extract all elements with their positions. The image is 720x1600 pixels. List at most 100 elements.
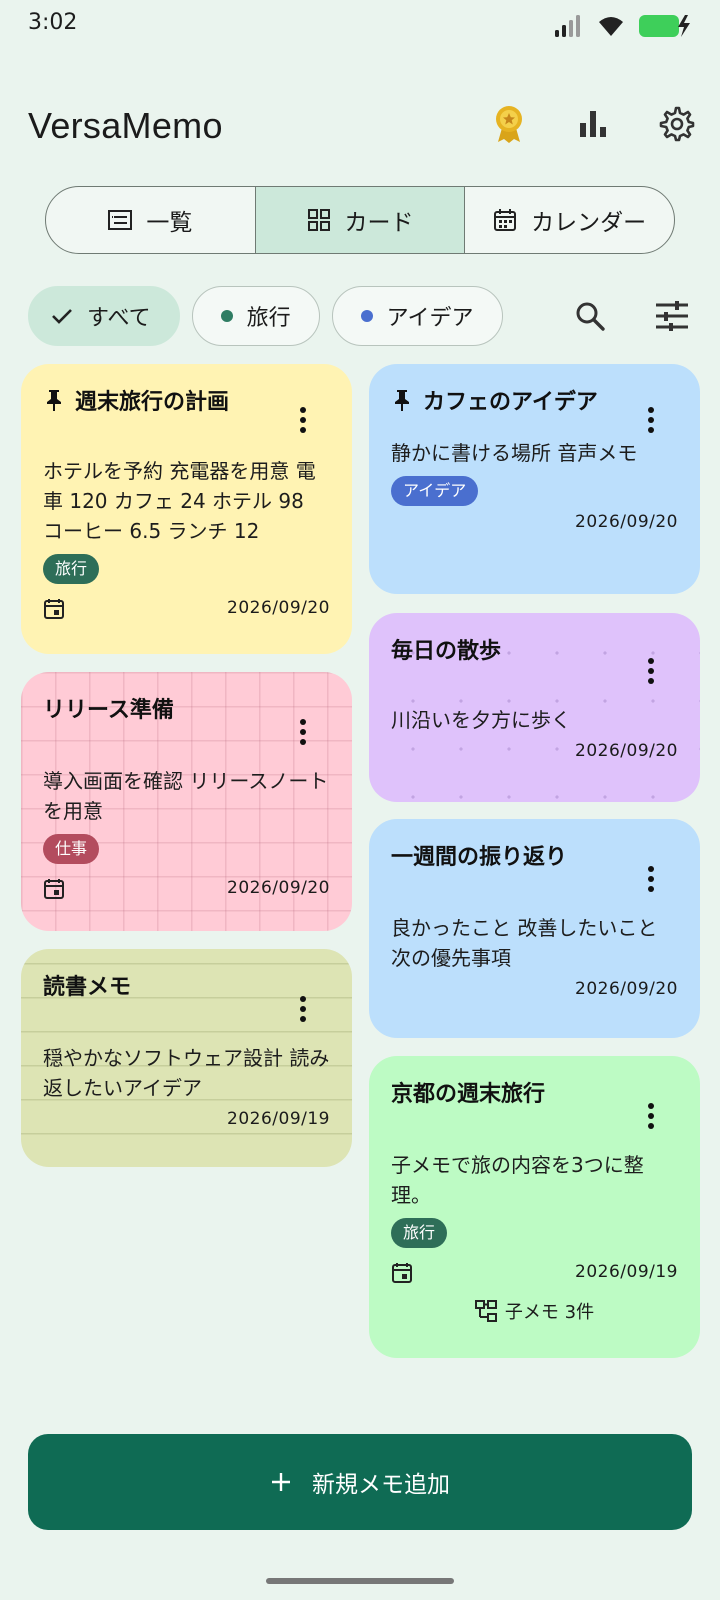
card-title-row: リリース準備 <box>43 694 330 728</box>
card-date: 2026/09/20 <box>227 878 330 898</box>
settings-button[interactable] <box>658 105 696 143</box>
card-body: 静かに書ける場所 音声メモ <box>391 441 638 465</box>
tab-card[interactable]: カード <box>255 187 466 253</box>
card-title: 週末旅行の計画 <box>75 390 230 415</box>
card-body: 川沿いを夕方に歩く <box>391 708 571 732</box>
card-menu-button[interactable] <box>290 402 316 438</box>
list-icon <box>108 210 133 230</box>
child-memos-indicator[interactable]: 子メモ 3件 <box>391 1298 678 1324</box>
memo-card-cafe-ideas[interactable]: カフェのアイデア 静かに書ける場所 音声メモ アイデア 2026/09/20 <box>369 364 700 594</box>
tab-card-label: カード <box>344 210 414 236</box>
hierarchy-icon <box>474 1300 497 1322</box>
memo-card-weekly-review[interactable]: 一週間の振り返り 良かったこと 改善したいこと 次の優先事項 2026/09/2… <box>369 819 700 1038</box>
more-vert-icon <box>300 996 306 1022</box>
card-title: リリース準備 <box>43 698 174 723</box>
plus-icon <box>272 1473 290 1491</box>
card-menu-button[interactable] <box>638 861 664 897</box>
card-body: 良かったこと 改善したいこと 次の優先事項 <box>391 916 658 970</box>
card-footer: 2026/09/19 <box>391 1256 678 1290</box>
memo-card-weekend-trip[interactable]: 週末旅行の計画 ホテルを予約 充電器を用意 電車 120 カフェ 24 ホテル … <box>21 364 352 654</box>
card-footer: 2026/09/20 <box>391 506 678 540</box>
card-body: ホテルを予約 充電器を用意 電車 120 カフェ 24 ホテル 98 コーヒー … <box>43 459 316 543</box>
card-date: 2026/09/20 <box>227 598 330 618</box>
chip-idea[interactable]: アイデア <box>331 286 503 346</box>
chip-idea-dot <box>360 310 373 322</box>
card-footer: 2026/09/20 <box>43 872 330 906</box>
filter-row: すべて 旅行 アイデア <box>28 286 692 346</box>
card-title: 毎日の散歩 <box>391 639 502 664</box>
chip-travel[interactable]: 旅行 <box>191 286 320 346</box>
signal-icon <box>555 15 580 37</box>
new-memo-button[interactable]: 新規メモ追加 <box>28 1434 692 1530</box>
chip-travel-dot <box>220 310 233 322</box>
filter-settings-button[interactable] <box>652 296 692 336</box>
wifi-icon <box>599 17 623 36</box>
search-button[interactable] <box>570 296 610 336</box>
stats-button[interactable] <box>574 105 612 143</box>
more-vert-icon <box>300 719 306 745</box>
memo-card-daily-walk[interactable]: 毎日の散歩 川沿いを夕方に歩く 2026/09/20 <box>369 613 700 802</box>
chip-idea-label: アイデア <box>386 306 474 331</box>
grid-icon <box>307 209 330 231</box>
check-icon <box>52 309 72 324</box>
view-switcher: 一覧 カード カレンダー <box>45 186 675 254</box>
achievement-button[interactable] <box>490 105 528 143</box>
card-date: 2026/09/20 <box>575 979 678 999</box>
card-menu-button[interactable] <box>290 714 316 750</box>
child-memos-label: 子メモ 3件 <box>504 1302 595 1323</box>
card-title: 京都の週末旅行 <box>391 1082 546 1107</box>
calendar-icon <box>44 599 64 619</box>
chip-all[interactable]: すべて <box>28 286 180 346</box>
card-body: 導入画面を確認 リリースノートを用意 <box>43 769 329 823</box>
app-actions <box>490 105 696 143</box>
tab-list[interactable]: 一覧 <box>46 187 256 253</box>
card-footer: 2026/09/19 <box>43 1103 330 1137</box>
card-footer: 2026/09/20 <box>391 735 678 769</box>
tab-calendar[interactable]: カレンダー <box>465 187 674 253</box>
memo-card-kyoto-trip[interactable]: 京都の週末旅行 子メモで旅の内容を3つに整理。 旅行 2026/09/19 子メ… <box>369 1056 700 1358</box>
tune-icon <box>656 301 688 331</box>
card-title: 読書メモ <box>43 975 132 1000</box>
card-title-row: 京都の週末旅行 <box>391 1078 678 1112</box>
tab-list-label: 一覧 <box>146 210 193 236</box>
more-vert-icon <box>648 866 654 892</box>
card-title-row: 毎日の散歩 <box>391 635 678 669</box>
filter-chips: すべて 旅行 アイデア <box>28 286 518 346</box>
award-badge-icon <box>496 106 522 143</box>
filter-actions <box>570 286 692 346</box>
card-footer: 2026/09/20 <box>391 973 678 1007</box>
calendar-icon <box>392 1263 412 1283</box>
more-vert-icon <box>300 407 306 433</box>
card-menu-button[interactable] <box>638 1098 664 1134</box>
card-tag: 旅行 <box>43 554 100 584</box>
more-vert-icon <box>648 1103 654 1129</box>
card-title: カフェのアイデア <box>423 390 598 415</box>
card-tag: 仕事 <box>43 834 100 864</box>
card-tag: アイデア <box>391 476 479 506</box>
calendar-icon <box>494 209 517 231</box>
new-memo-label: 新規メモ追加 <box>312 1472 450 1498</box>
card-menu-button[interactable] <box>290 991 316 1027</box>
card-menu-button[interactable] <box>638 402 664 438</box>
card-title: 一週間の振り返り <box>391 845 568 870</box>
app-title: VersaMemo <box>28 105 223 146</box>
app-bar: VersaMemo <box>0 95 720 165</box>
card-body: 穏やかなソフトウェア設計 読み返したいアイデア <box>43 1046 330 1100</box>
card-title-row: 一週間の振り返り <box>391 841 678 875</box>
memo-card-reading-notes[interactable]: 読書メモ 穏やかなソフトウェア設計 読み返したいアイデア 2026/09/19 <box>21 949 352 1167</box>
calendar-icon <box>44 879 64 899</box>
pin-icon <box>47 390 61 411</box>
card-title-row: 週末旅行の計画 <box>43 386 330 420</box>
more-vert-icon <box>648 658 654 684</box>
status-icons <box>554 12 694 40</box>
battery-charging-icon <box>639 15 690 37</box>
gear-icon <box>659 106 695 142</box>
card-date: 2026/09/19 <box>227 1109 330 1129</box>
card-menu-button[interactable] <box>638 653 664 689</box>
card-tag: 旅行 <box>391 1218 448 1248</box>
memo-card-release-prep[interactable]: リリース準備 導入画面を確認 リリースノートを用意 仕事 2026/09/20 <box>21 672 352 931</box>
bar-chart-icon <box>580 111 606 137</box>
home-indicator[interactable] <box>266 1578 454 1584</box>
card-date: 2026/09/20 <box>575 741 678 761</box>
chip-all-label: すべて <box>87 306 151 331</box>
